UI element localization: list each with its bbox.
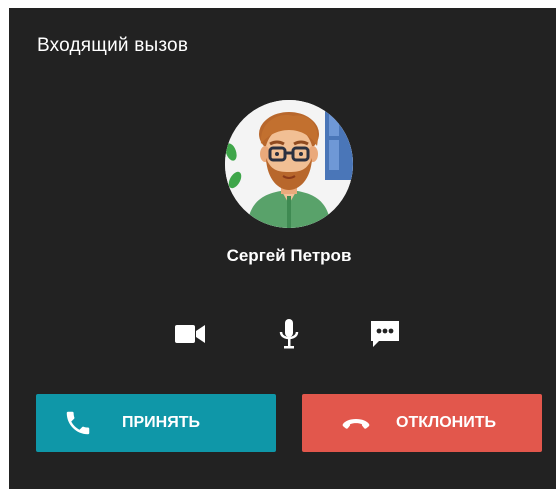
dialog-title: Входящий вызов xyxy=(37,35,189,56)
chat-message-icon xyxy=(371,321,399,347)
phone-icon xyxy=(58,403,98,443)
microphone-icon xyxy=(279,319,299,349)
caller-avatar xyxy=(225,100,353,228)
decline-label: ОТКЛОНИТЬ xyxy=(396,414,496,431)
video-toggle-button[interactable] xyxy=(172,316,208,352)
chat-message-button[interactable] xyxy=(367,316,403,352)
incoming-call-dialog: Входящий вызов Сергей Петров ПРИНЯТЬ ОТК… xyxy=(9,8,556,489)
accept-label: ПРИНЯТЬ xyxy=(122,414,200,431)
video-camera-icon xyxy=(175,325,205,343)
decline-call-button[interactable]: ОТКЛОНИТЬ xyxy=(302,394,542,452)
caller-name: Сергей Петров xyxy=(226,246,352,265)
person-avatar-icon xyxy=(225,100,353,228)
microphone-toggle-button[interactable] xyxy=(271,316,307,352)
accept-call-button[interactable]: ПРИНЯТЬ xyxy=(36,394,276,452)
hang-up-phone-icon xyxy=(336,403,376,443)
call-options-bar xyxy=(9,316,556,352)
